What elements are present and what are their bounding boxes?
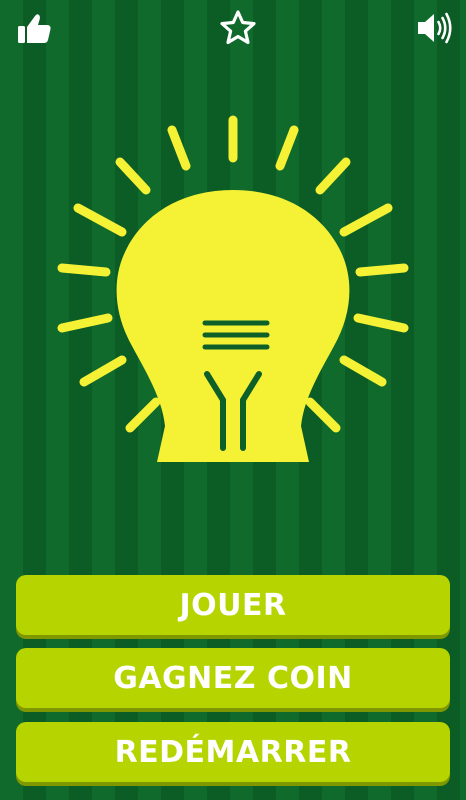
earn-coins-button[interactable]: GAGNEZ COIN: [16, 648, 450, 708]
lightbulb-logo: [0, 100, 466, 480]
lightbulb-icon: [116, 190, 350, 462]
speaker-on-icon[interactable]: [414, 8, 454, 48]
star-icon[interactable]: [218, 8, 258, 48]
top-bar: [0, 0, 466, 60]
thumbs-up-icon[interactable]: [14, 8, 54, 48]
restart-button[interactable]: REDÉMARRER: [16, 722, 450, 782]
play-button[interactable]: JOUER: [16, 575, 450, 635]
